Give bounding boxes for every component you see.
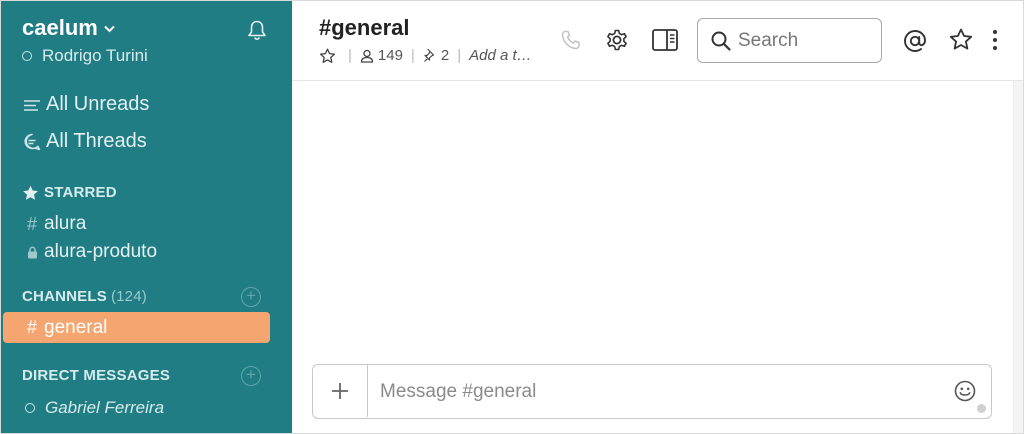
lock-icon — [28, 246, 37, 258]
chevron-down-icon — [104, 22, 115, 36]
hash-icon: # — [27, 213, 38, 234]
user-name: Rodrigo Turini — [42, 46, 148, 65]
presence-icon — [25, 403, 35, 413]
channel-name: alura-produto — [44, 241, 158, 262]
search-box[interactable] — [697, 18, 882, 63]
message-composer — [312, 364, 992, 419]
dm-name: Gabriel Ferreira — [45, 398, 165, 417]
pin-icon[interactable] — [423, 48, 437, 63]
sidebar-toggle-icon[interactable] — [651, 28, 679, 52]
channel-general[interactable]: # general — [3, 312, 270, 343]
starred-section-heading: STARRED — [22, 184, 117, 201]
channels-section-heading[interactable]: CHANNELS (124) — [22, 288, 147, 305]
add-channel-button[interactable]: + — [241, 287, 261, 307]
search-input[interactable] — [738, 29, 868, 52]
app-window: caelum Rodrigo Turini All Unreads All Th… — [0, 0, 1024, 434]
dm-item[interactable]: Gabriel Ferreira — [22, 398, 164, 418]
channel-name: alura — [44, 213, 87, 234]
sidebar: caelum Rodrigo Turini All Unreads All Th… — [1, 1, 292, 433]
nav-label: All Unreads — [46, 93, 150, 115]
threads-icon — [24, 133, 41, 150]
search-icon — [711, 31, 731, 51]
channels-count: (124) — [110, 288, 147, 305]
direct-messages-heading[interactable]: DIRECT MESSAGES — [22, 367, 170, 384]
scrollbar[interactable] — [1013, 81, 1023, 433]
team-switcher[interactable]: caelum — [22, 15, 115, 41]
channel-topic[interactable]: Add a t… — [469, 47, 532, 64]
more-options-icon[interactable] — [988, 28, 1002, 52]
channel-header: #general | 149 | 2 | Add a t… — [292, 1, 1023, 81]
mentions-icon[interactable] — [902, 28, 928, 54]
star-outline-icon[interactable] — [319, 48, 336, 64]
bell-icon[interactable] — [246, 19, 268, 41]
add-direct-message-button[interactable]: + — [241, 366, 261, 386]
presence-icon — [22, 51, 32, 61]
channel-meta: | 149 | 2 | Add a t… — [319, 47, 532, 64]
pinned-count[interactable]: 2 — [441, 47, 449, 64]
current-user[interactable]: Rodrigo Turini — [22, 46, 148, 66]
channel-alura-produto[interactable]: alura-produto — [27, 241, 157, 263]
team-name: caelum — [22, 15, 98, 40]
plus-icon — [332, 383, 348, 399]
channel-title: #general — [319, 15, 410, 40]
member-icon[interactable] — [360, 49, 374, 63]
channel-alura[interactable]: # alura — [27, 213, 86, 235]
emoji-icon[interactable] — [953, 379, 977, 403]
star-filled-icon — [23, 185, 38, 200]
member-count[interactable]: 149 — [378, 47, 403, 64]
nav-all-threads[interactable]: All Threads — [22, 130, 147, 153]
unreads-icon — [24, 99, 40, 111]
nav-label: All Threads — [46, 130, 147, 152]
star-icon[interactable] — [948, 27, 974, 53]
status-dot — [977, 404, 986, 413]
attach-button[interactable] — [313, 365, 368, 417]
message-input[interactable] — [368, 365, 991, 418]
hash-icon: # — [27, 317, 38, 337]
phone-icon[interactable] — [560, 29, 582, 51]
channel-name: general — [44, 316, 108, 338]
gear-icon[interactable] — [604, 27, 630, 53]
nav-all-unreads[interactable]: All Unreads — [22, 93, 149, 116]
